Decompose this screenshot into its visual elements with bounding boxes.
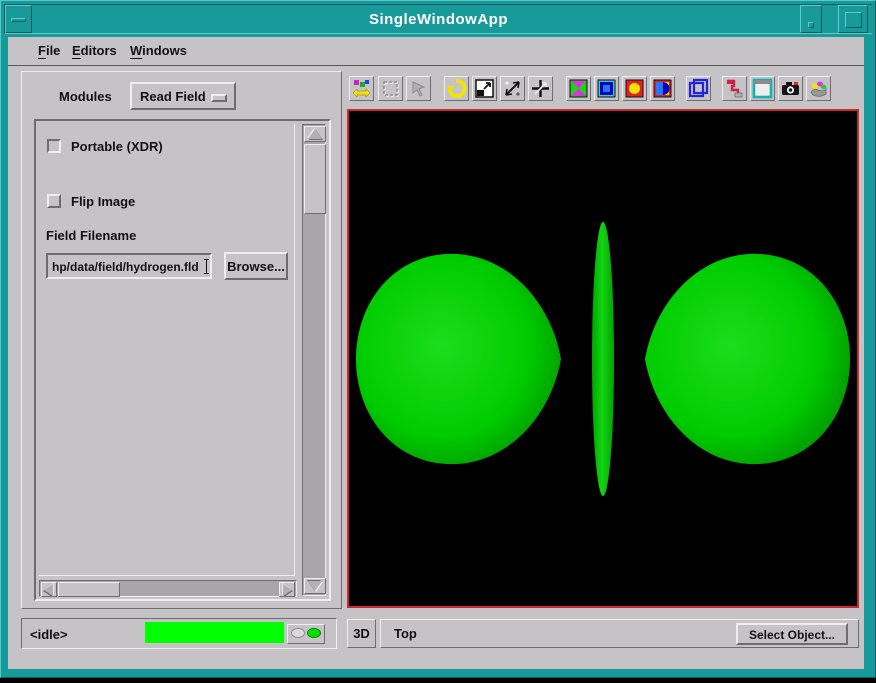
filename-input[interactable]: hp/data/field/hydrogen.fld bbox=[46, 253, 212, 279]
status-panel: <idle> bbox=[21, 618, 337, 649]
toolbar-normalize-button-disabled[interactable] bbox=[378, 76, 403, 101]
toolbar-scale-button[interactable] bbox=[472, 76, 497, 101]
modules-tool-icon bbox=[351, 78, 372, 99]
edit-objects-icon bbox=[808, 78, 829, 99]
toolbar-translate-button[interactable] bbox=[528, 76, 553, 101]
text-caret bbox=[206, 259, 207, 274]
view-back-icon bbox=[624, 78, 645, 99]
view-dimension-box[interactable]: 3D bbox=[347, 619, 376, 648]
toolbar-edit-objects-button[interactable] bbox=[806, 76, 831, 101]
modules-label: Modules bbox=[59, 89, 112, 104]
toolbar-zoom-button[interactable] bbox=[500, 76, 525, 101]
title-bar[interactable]: SingleWindowApp bbox=[4, 4, 872, 34]
scroll-left-button[interactable] bbox=[41, 582, 57, 597]
rotate-icon bbox=[446, 78, 467, 99]
toolbar-perspective-cube-button[interactable] bbox=[686, 76, 711, 101]
view-front-icon bbox=[596, 78, 617, 99]
scroll-down-button[interactable] bbox=[304, 578, 326, 594]
app-window: SingleWindowApp File Editors Windows Mod… bbox=[0, 0, 876, 678]
module-editor-panel: Modules Read Field Portable (XDR) Flip I… bbox=[21, 71, 342, 609]
view-top-icon bbox=[568, 78, 589, 99]
hydrogen-orbital-isosurface bbox=[349, 111, 857, 606]
stop-light-icon bbox=[291, 628, 305, 638]
horizontal-scroll-thumb[interactable] bbox=[58, 582, 120, 597]
flip-image-label: Flip Image bbox=[71, 194, 135, 209]
progress-bar bbox=[145, 622, 284, 643]
toolbar-snapshot-camera-button[interactable] bbox=[778, 76, 803, 101]
go-light-icon bbox=[307, 628, 321, 638]
select-object-button[interactable]: Select Object... bbox=[736, 623, 848, 645]
minimize-button[interactable] bbox=[800, 5, 822, 33]
menu-editors[interactable]: Editors bbox=[72, 43, 117, 58]
toolbar-viewer-window-button[interactable] bbox=[750, 76, 775, 101]
maximize-icon bbox=[845, 12, 862, 28]
module-controls: Portable (XDR) Flip Image Field Filename… bbox=[39, 124, 295, 576]
maximize-button[interactable] bbox=[838, 5, 868, 33]
minimize-icon bbox=[808, 22, 814, 28]
content-area: File Editors Windows Modules Read Field … bbox=[8, 37, 864, 669]
normalize-icon bbox=[380, 78, 401, 99]
left-arrow-icon bbox=[44, 584, 53, 596]
toolbar-rotate-button[interactable] bbox=[444, 76, 469, 101]
menu-bar: File Editors Windows bbox=[8, 37, 864, 66]
view-side-icon bbox=[652, 78, 673, 99]
translate-icon bbox=[530, 78, 551, 99]
flip-image-checkbox[interactable] bbox=[47, 194, 61, 208]
scroll-right-button[interactable] bbox=[279, 582, 295, 597]
center-disc bbox=[592, 222, 614, 496]
perspective-cube-icon bbox=[688, 78, 709, 99]
zoom-icon bbox=[502, 78, 523, 99]
up-arrow-icon bbox=[308, 129, 322, 139]
option-menu-indicator-icon bbox=[211, 94, 227, 102]
browse-button[interactable]: Browse... bbox=[224, 252, 288, 280]
view-name-bar: Top Select Object... bbox=[380, 619, 859, 648]
view-name-label: Top bbox=[394, 626, 417, 641]
scroll-up-button[interactable] bbox=[304, 126, 326, 142]
left-lobe bbox=[356, 254, 561, 464]
portable-xdr-checkbox[interactable] bbox=[47, 139, 61, 153]
snapshot-camera-icon bbox=[780, 78, 801, 99]
module-controls-scrollpane: Portable (XDR) Flip Image Field Filename… bbox=[34, 119, 331, 601]
vertical-scroll-thumb[interactable] bbox=[304, 144, 326, 214]
vertical-scrollbar[interactable] bbox=[302, 124, 326, 596]
toolbar-view-side-button[interactable] bbox=[650, 76, 675, 101]
toolbar-view-front-button[interactable] bbox=[594, 76, 619, 101]
down-arrow-icon bbox=[308, 581, 322, 591]
toolbar-modules-tool-button[interactable] bbox=[349, 76, 374, 101]
trackball-icon bbox=[724, 78, 745, 99]
viewer-window-icon bbox=[752, 78, 773, 99]
right-arrow-icon bbox=[283, 584, 292, 596]
horizontal-scrollbar[interactable] bbox=[39, 580, 297, 597]
toolbar-center-button-disabled[interactable] bbox=[406, 76, 431, 101]
field-filename-label: Field Filename bbox=[46, 228, 136, 243]
viewport-3d[interactable] bbox=[347, 109, 859, 608]
module-option-menu[interactable]: Read Field bbox=[130, 82, 236, 110]
right-lobe bbox=[645, 254, 850, 464]
run-indicator[interactable] bbox=[287, 624, 325, 644]
status-label: <idle> bbox=[30, 627, 68, 642]
toolbar-view-back-button[interactable] bbox=[622, 76, 647, 101]
scale-icon bbox=[474, 78, 495, 99]
toolbar-view-top-button[interactable] bbox=[566, 76, 591, 101]
portable-xdr-label: Portable (XDR) bbox=[71, 139, 163, 154]
menu-file[interactable]: File bbox=[38, 43, 60, 58]
center-icon bbox=[408, 78, 429, 99]
menu-windows[interactable]: Windows bbox=[130, 43, 187, 58]
toolbar-trackball-button[interactable] bbox=[722, 76, 747, 101]
window-title: SingleWindowApp bbox=[5, 11, 872, 28]
